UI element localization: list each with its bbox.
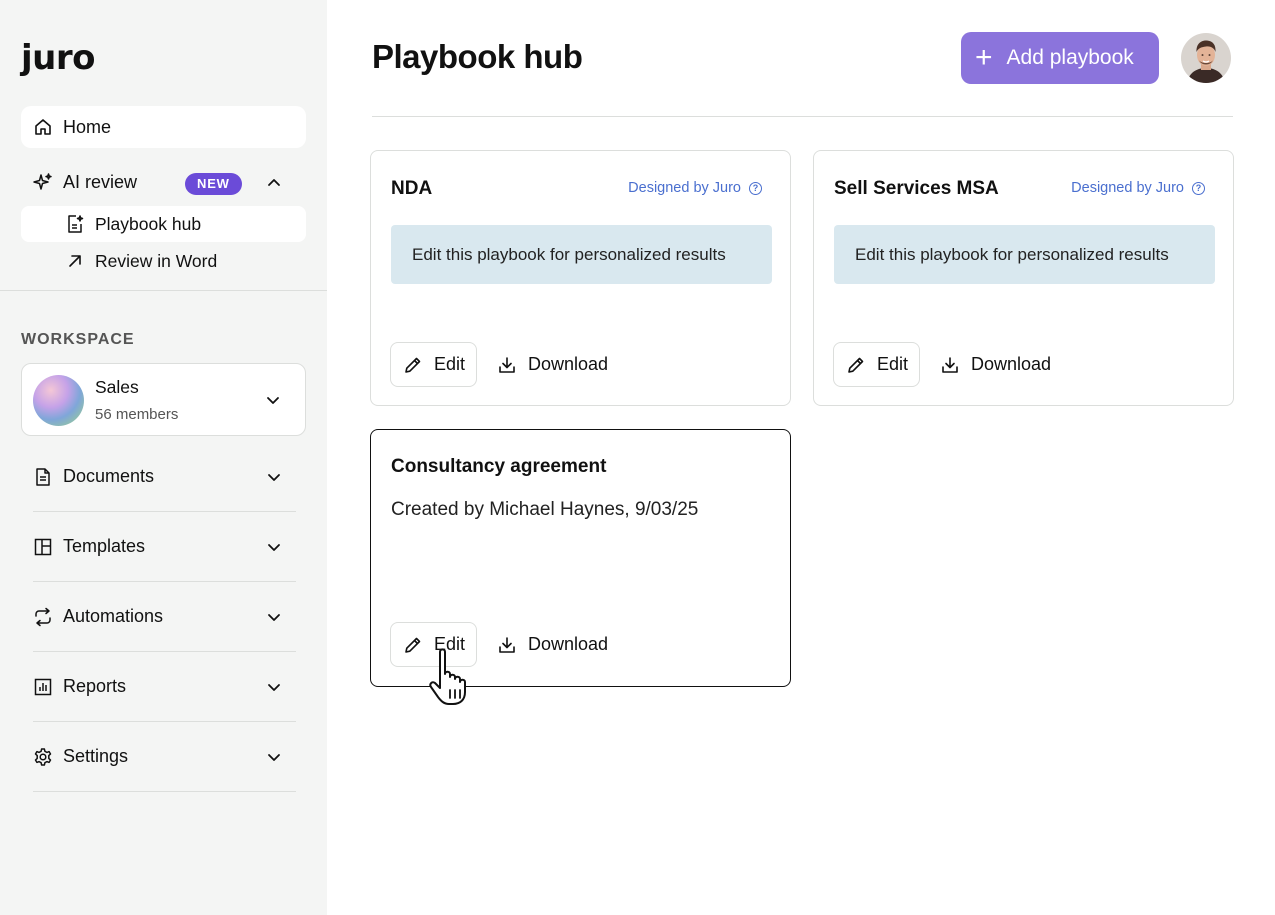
- pencil-icon: [403, 355, 423, 375]
- help-icon: ?: [1192, 181, 1205, 195]
- arrow-up-right-icon: [65, 251, 85, 271]
- download-button[interactable]: Download: [940, 342, 1051, 387]
- sidebar-item-settings[interactable]: Settings: [33, 722, 296, 792]
- edit-button[interactable]: Edit: [833, 342, 920, 387]
- chevron-down-icon: [264, 467, 284, 487]
- workspace-selector[interactable]: Sales 56 members: [21, 363, 306, 436]
- card-title: NDA: [391, 178, 433, 199]
- reports-icon: [33, 677, 53, 697]
- workspace-avatar: [33, 375, 84, 426]
- sidebar-item-automations[interactable]: Automations: [33, 582, 296, 652]
- page-title: Playbook hub: [372, 38, 583, 75]
- edit-label: Edit: [434, 354, 466, 374]
- sidebar-item-playbook-hub[interactable]: Playbook hub: [21, 206, 306, 242]
- chevron-up-icon[interactable]: [264, 172, 284, 192]
- new-badge: NEW: [185, 173, 242, 195]
- created-by-text: Created by Michael Haynes, 9/03/25: [391, 499, 699, 520]
- sidebar-item-home[interactable]: Home: [21, 106, 306, 148]
- personalize-notice: Edit this playbook for personalized resu…: [391, 225, 772, 284]
- download-button[interactable]: Download: [497, 622, 608, 667]
- sidebar: juro Home AI review NEW Playbook hub Rev…: [0, 0, 327, 915]
- sidebar-item-label: Home: [63, 116, 112, 137]
- chevron-down-icon: [264, 747, 284, 767]
- download-label: Download: [971, 354, 1052, 374]
- pencil-icon: [403, 635, 423, 655]
- home-icon: [33, 117, 53, 137]
- gear-icon: [33, 747, 53, 767]
- chevron-down-icon: [264, 677, 284, 697]
- plus-icon: +: [975, 41, 993, 74]
- personalize-notice: Edit this playbook for personalized resu…: [834, 225, 1215, 284]
- designed-by-label: Designed by Juro: [628, 180, 741, 196]
- playbook-card-sell-services-msa[interactable]: Sell Services MSA Designed by Juro ? Edi…: [813, 150, 1234, 406]
- edit-label: Edit: [877, 354, 909, 374]
- chevron-down-icon: [264, 607, 284, 627]
- playbook-card-nda[interactable]: NDA Designed by Juro ? Edit this playboo…: [370, 150, 791, 406]
- help-icon: ?: [749, 181, 762, 195]
- add-playbook-button[interactable]: + Add playbook: [961, 32, 1159, 84]
- download-label: Download: [528, 354, 609, 374]
- chevron-down-icon: [264, 537, 284, 557]
- sidebar-item-label: Review in Word: [95, 250, 218, 271]
- sidebar-item-label: Automations: [63, 606, 164, 626]
- card-title: Consultancy agreement: [391, 456, 607, 477]
- edit-button[interactable]: Edit: [390, 342, 477, 387]
- juro-logo[interactable]: juro: [21, 38, 96, 78]
- sidebar-item-documents[interactable]: Documents: [33, 442, 296, 512]
- document-icon: [33, 467, 53, 487]
- automations-icon: [33, 607, 53, 627]
- workspace-name: Sales: [95, 377, 139, 397]
- download-icon: [497, 635, 517, 655]
- chevron-down-icon: [263, 390, 283, 410]
- sparkle-icon: [33, 172, 53, 192]
- sidebar-item-label: Documents: [63, 466, 155, 486]
- hand-pointer-icon: [426, 646, 486, 708]
- download-button[interactable]: Download: [497, 342, 608, 387]
- templates-icon: [33, 537, 53, 557]
- sidebar-item-label: Templates: [63, 536, 146, 556]
- workspace-heading: WORKSPACE: [21, 331, 135, 348]
- sidebar-divider: [0, 290, 327, 291]
- sidebar-item-label: Playbook hub: [95, 213, 202, 234]
- sidebar-item-label: Settings: [63, 746, 129, 766]
- card-title: Sell Services MSA: [834, 178, 999, 199]
- designed-by-link[interactable]: Designed by Juro ?: [1071, 180, 1205, 196]
- download-label: Download: [528, 634, 609, 654]
- sidebar-item-ai-review[interactable]: AI review NEW: [21, 164, 306, 200]
- pencil-icon: [846, 355, 866, 375]
- header-divider: [372, 116, 1233, 117]
- workspace-members: 56 members: [95, 406, 179, 423]
- sidebar-item-review-in-word[interactable]: Review in Word: [21, 243, 306, 279]
- designed-by-link[interactable]: Designed by Juro ?: [628, 180, 762, 196]
- sidebar-item-label: AI review: [63, 171, 138, 192]
- designed-by-label: Designed by Juro: [1071, 180, 1184, 196]
- download-icon: [940, 355, 960, 375]
- sidebar-item-templates[interactable]: Templates: [33, 512, 296, 582]
- add-playbook-label: Add playbook: [1006, 46, 1134, 69]
- download-icon: [497, 355, 517, 375]
- user-avatar[interactable]: [1181, 33, 1231, 83]
- sidebar-item-reports[interactable]: Reports: [33, 652, 296, 722]
- playbook-icon: [65, 214, 85, 234]
- sidebar-item-label: Reports: [63, 676, 127, 696]
